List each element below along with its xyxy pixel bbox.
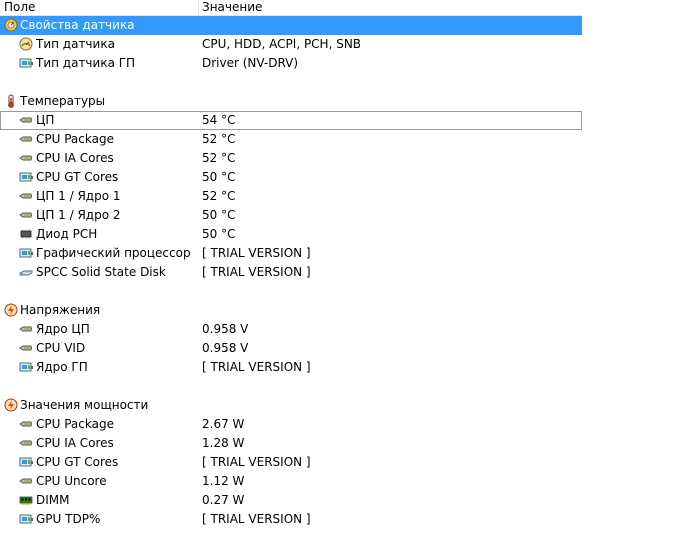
row-temp-cpu[interactable]: ЦП 54 °C <box>0 111 582 130</box>
row-value: [ TRIAL VERSION ] <box>202 512 311 526</box>
temperature-probe-icon <box>19 417 33 431</box>
group-title: Напряжения <box>20 303 101 317</box>
row-label: DIMM <box>36 493 70 507</box>
row-label: CPU IA Cores <box>36 436 114 450</box>
group-power[interactable]: Значения мощности <box>0 396 582 415</box>
gpu-card-icon <box>19 170 33 184</box>
row-value: 50 °C <box>202 170 236 184</box>
row-value: 2.67 W <box>202 417 245 431</box>
row-label: ЦП 1 / Ядро 1 <box>36 189 121 203</box>
row-label: Ядро ГП <box>36 360 88 374</box>
row-label: CPU Package <box>36 417 114 431</box>
column-header-field[interactable]: Поле <box>4 0 35 14</box>
row-label: CPU Package <box>36 132 114 146</box>
row-label: Графический процессор <box>36 246 191 260</box>
chip-icon <box>19 227 33 241</box>
gpu-card-icon <box>19 246 33 260</box>
row-volt-cpu-core[interactable]: Ядро ЦП 0.958 V <box>0 320 582 339</box>
gpu-card-icon <box>19 360 33 374</box>
group-voltages[interactable]: Напряжения <box>0 301 582 320</box>
group-temperatures[interactable]: Температуры <box>0 92 582 111</box>
row-label: ЦП <box>36 113 55 127</box>
row-volt-gpu-core[interactable]: Ядро ГП [ TRIAL VERSION ] <box>0 358 582 377</box>
thermometer-icon <box>4 94 18 108</box>
row-temp-cpu-package[interactable]: CPU Package 52 °C <box>0 130 582 149</box>
temperature-probe-icon <box>19 113 33 127</box>
row-power-cpu-uncore[interactable]: CPU Uncore 1.12 W <box>0 472 582 491</box>
gpu-card-icon <box>19 512 33 526</box>
memory-module-icon <box>19 493 33 507</box>
temperature-probe-icon <box>19 189 33 203</box>
row-label: Тип датчика <box>36 37 115 51</box>
disk-icon <box>19 265 33 279</box>
row-value: 1.28 W <box>202 436 245 450</box>
group-title: Температуры <box>20 94 106 108</box>
row-value: 50 °C <box>202 227 236 241</box>
row-power-cpu-ia-cores[interactable]: CPU IA Cores 1.28 W <box>0 434 582 453</box>
gauge-icon <box>19 37 33 51</box>
power-icon <box>4 398 18 412</box>
temperature-probe-icon <box>19 474 33 488</box>
row-temp-cpu-gt-cores[interactable]: CPU GT Cores 50 °C <box>0 168 582 187</box>
temperature-probe-icon <box>19 132 33 146</box>
row-value: Driver (NV-DRV) <box>202 56 299 70</box>
row-value: 52 °C <box>202 132 236 146</box>
row-value: 0.958 V <box>202 341 249 355</box>
row-label: CPU IA Cores <box>36 151 114 165</box>
row-label: Ядро ЦП <box>36 322 90 336</box>
row-label: ЦП 1 / Ядро 2 <box>36 208 121 222</box>
row-power-dimm[interactable]: DIMM 0.27 W <box>0 491 582 510</box>
row-label: Тип датчика ГП <box>36 56 136 70</box>
row-value: 0.27 W <box>202 493 245 507</box>
row-value: [ TRIAL VERSION ] <box>202 455 311 469</box>
row-value: 0.958 V <box>202 322 249 336</box>
column-separator[interactable] <box>198 0 199 15</box>
row-label: SPCC Solid State Disk <box>36 265 166 279</box>
group-sensor-properties[interactable]: Свойства датчика <box>0 16 582 35</box>
row-label: CPU Uncore <box>36 474 107 488</box>
row-label: Диод PCH <box>36 227 98 241</box>
row-label: GPU TDP% <box>36 512 101 526</box>
group-title: Свойства датчика <box>20 18 135 32</box>
row-label: CPU GT Cores <box>36 170 119 184</box>
column-header-value[interactable]: Значение <box>202 0 262 14</box>
row-temp-core-2[interactable]: ЦП 1 / Ядро 2 50 °C <box>0 206 582 225</box>
row-value: [ TRIAL VERSION ] <box>202 360 311 374</box>
temperature-probe-icon <box>19 341 33 355</box>
row-power-gpu-tdp[interactable]: GPU TDP% [ TRIAL VERSION ] <box>0 510 582 529</box>
temperature-probe-icon <box>19 322 33 336</box>
row-temp-ssd[interactable]: SPCC Solid State Disk [ TRIAL VERSION ] <box>0 263 582 282</box>
row-value: [ TRIAL VERSION ] <box>202 246 311 260</box>
row-value: 52 °C <box>202 189 236 203</box>
row-value: 1.12 W <box>202 474 245 488</box>
row-volt-cpu-vid[interactable]: CPU VID 0.958 V <box>0 339 582 358</box>
temperature-probe-icon <box>19 208 33 222</box>
row-temp-cpu-ia-cores[interactable]: CPU IA Cores 52 °C <box>0 149 582 168</box>
temperature-probe-icon <box>19 151 33 165</box>
row-label: CPU GT Cores <box>36 455 119 469</box>
row-value: 54 °C <box>202 113 236 127</box>
row-label: CPU VID <box>36 341 86 355</box>
sensor-properties-icon <box>4 18 18 32</box>
row-gpu-sensor-type[interactable]: Тип датчика ГП Driver (NV-DRV) <box>0 54 582 73</box>
row-temp-pch-diode[interactable]: Диод PCH 50 °C <box>0 225 582 244</box>
row-value: CPU, HDD, ACPI, PCH, SNB <box>202 37 362 51</box>
row-value: 52 °C <box>202 151 236 165</box>
row-temp-gpu[interactable]: Графический процессор [ TRIAL VERSION ] <box>0 244 582 263</box>
group-title: Значения мощности <box>20 398 149 412</box>
gpu-card-icon <box>19 56 33 70</box>
row-sensor-type[interactable]: Тип датчика CPU, HDD, ACPI, PCH, SNB <box>0 35 582 54</box>
row-value: [ TRIAL VERSION ] <box>202 265 311 279</box>
voltage-icon <box>4 303 18 317</box>
gpu-card-icon <box>19 455 33 469</box>
row-temp-core-1[interactable]: ЦП 1 / Ядро 1 52 °C <box>0 187 582 206</box>
temperature-probe-icon <box>19 436 33 450</box>
row-power-cpu-gt-cores[interactable]: CPU GT Cores [ TRIAL VERSION ] <box>0 453 582 472</box>
column-header: Поле Значение <box>0 0 700 16</box>
row-value: 50 °C <box>202 208 236 222</box>
row-power-cpu-package[interactable]: CPU Package 2.67 W <box>0 415 582 434</box>
